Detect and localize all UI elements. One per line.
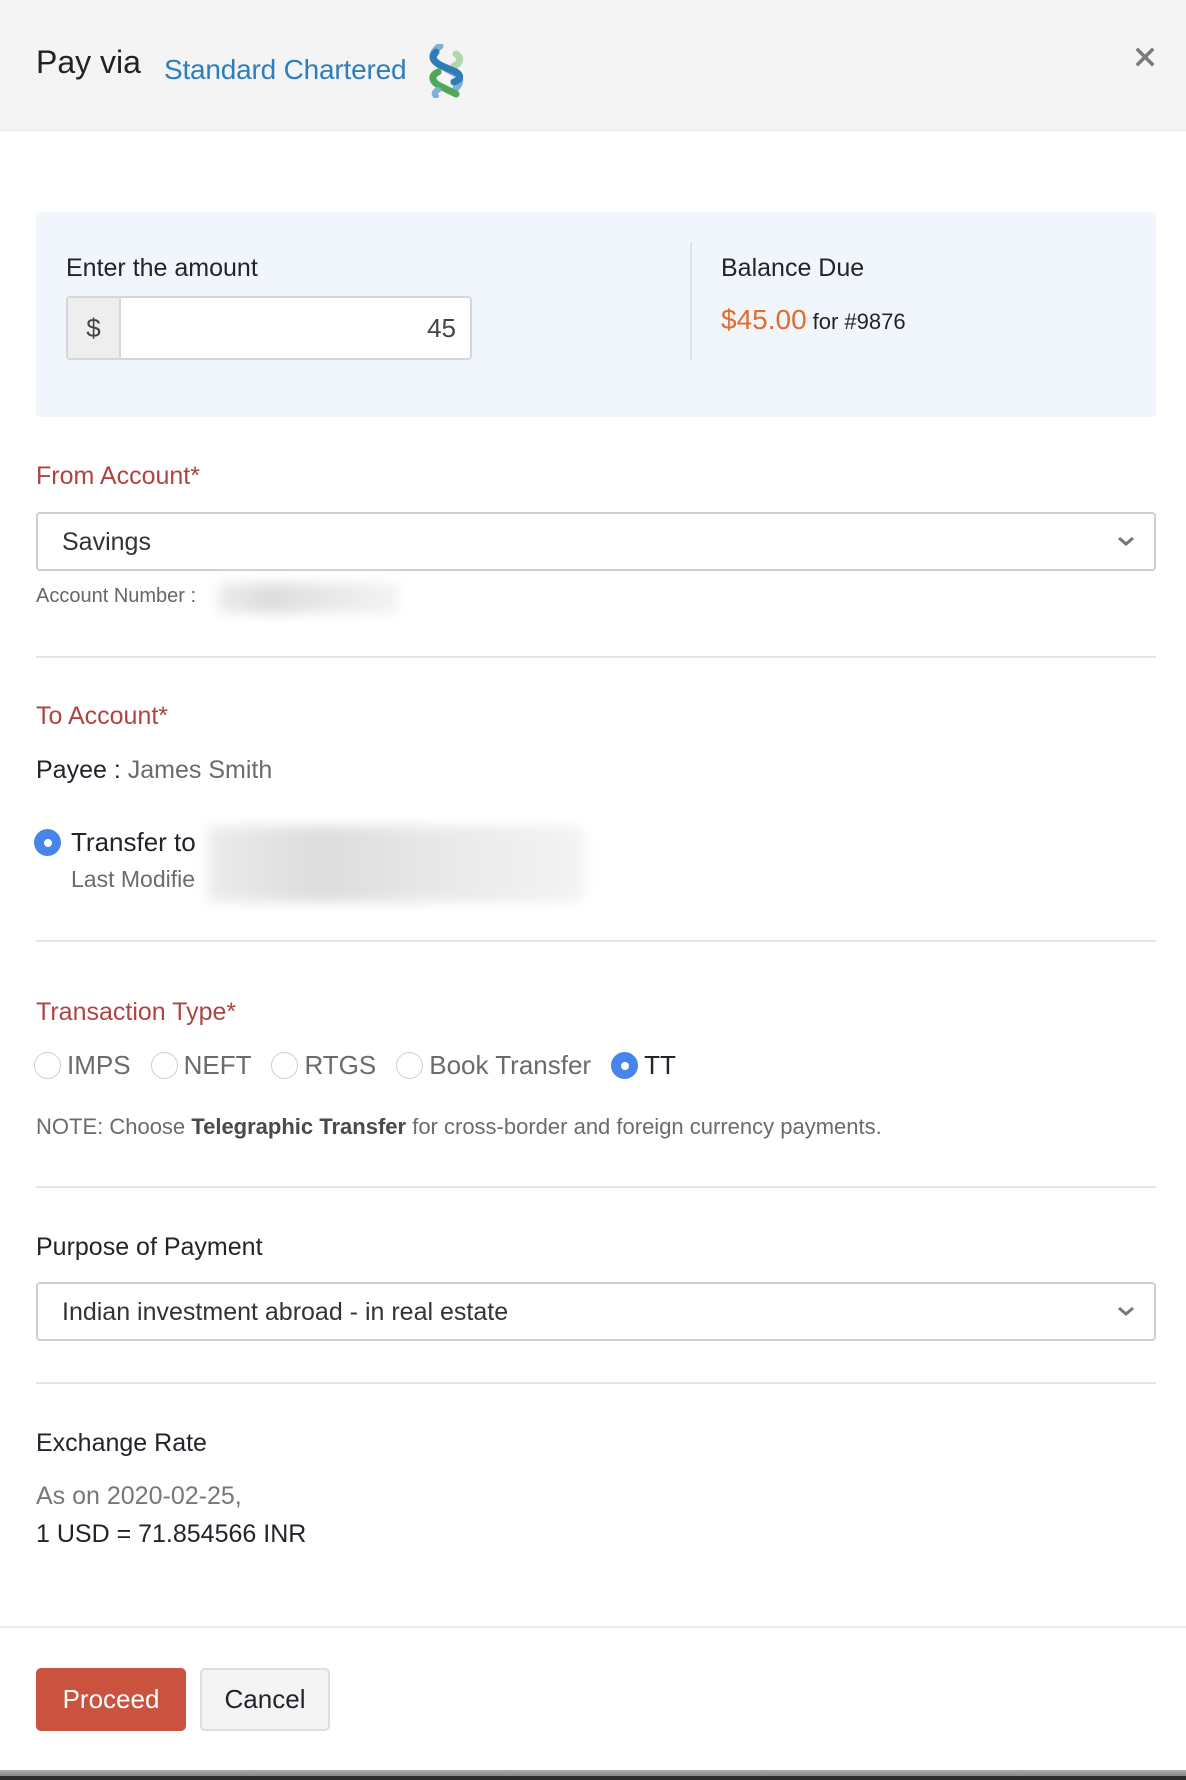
amount-input-group: $: [66, 296, 472, 360]
section-divider: [36, 940, 1156, 942]
radio-imps[interactable]: [34, 1052, 61, 1079]
note-highlight: Telegraphic Transfer: [191, 1114, 407, 1139]
from-account-label: From Account*: [36, 462, 200, 490]
transaction-note: NOTE: Choose Telegraphic Transfer for cr…: [36, 1114, 882, 1139]
section-divider: [36, 1186, 1156, 1188]
modal-title: Pay via: [36, 44, 141, 80]
radio-tt[interactable]: [611, 1052, 639, 1079]
amount-input[interactable]: [121, 298, 470, 358]
chevron-down-icon: [1118, 1306, 1134, 1316]
account-number-label: Account Number :: [36, 585, 197, 607]
purpose-value: Indian investment abroad - in real estat…: [62, 1298, 509, 1326]
purpose-select[interactable]: Indian investment abroad - in real estat…: [36, 1282, 1156, 1341]
section-divider: [36, 656, 1156, 658]
modal-header: Pay via Standard Chartered: [0, 0, 1186, 131]
balance-amount: $45.00: [721, 304, 807, 335]
transaction-type-imps[interactable]: IMPS: [34, 1050, 131, 1081]
transaction-type-book-transfer[interactable]: Book Transfer: [396, 1050, 591, 1081]
payee-label: Payee :: [36, 756, 121, 784]
from-account-value: Savings: [62, 528, 151, 556]
panel-divider: [690, 242, 692, 360]
radio-neft[interactable]: [150, 1052, 178, 1079]
transaction-type-rtgs[interactable]: RTGS: [271, 1050, 376, 1081]
close-icon[interactable]: [1134, 46, 1156, 68]
from-account-select[interactable]: Savings: [36, 512, 1156, 571]
exchange-rate-date: As on 2020-02-25,: [36, 1482, 242, 1510]
standard-chartered-logo-icon: [429, 44, 464, 98]
transfer-label: Transfer to: [71, 827, 196, 857]
currency-prefix: $: [68, 298, 121, 358]
transaction-type-neft[interactable]: NEFT: [150, 1050, 251, 1081]
bank-name: Standard Chartered: [164, 54, 407, 85]
amount-label: Enter the amount: [66, 254, 258, 282]
radio-rtgs[interactable]: [271, 1052, 299, 1079]
invoice-reference: for #9876: [812, 309, 906, 334]
window-bottom-edge: [0, 1770, 1186, 1780]
proceed-button[interactable]: Proceed: [36, 1668, 186, 1731]
transaction-type-label: Transaction Type*: [36, 998, 237, 1026]
transfer-radio[interactable]: [34, 829, 61, 856]
purpose-label: Purpose of Payment: [36, 1233, 263, 1261]
chevron-down-icon: [1118, 536, 1134, 546]
footer-divider: [0, 1626, 1186, 1628]
balance-due-label: Balance Due: [721, 254, 865, 282]
transaction-type-options: IMPS NEFT RTGS Book Transfer TT: [34, 1050, 696, 1081]
transfer-account-redacted: [208, 826, 583, 902]
to-account-label: To Account*: [36, 702, 169, 730]
payee-name: James Smith: [127, 756, 273, 784]
radio-book-transfer[interactable]: [396, 1052, 424, 1079]
account-number-redacted: [218, 583, 398, 613]
cancel-button[interactable]: Cancel: [200, 1668, 330, 1731]
section-divider: [36, 1382, 1156, 1384]
payee-info: Payee : James Smith: [36, 756, 272, 785]
last-modified-label: Last Modifie: [71, 866, 196, 892]
amount-panel: Enter the amount $ Balance Due $45.00for…: [36, 212, 1156, 417]
exchange-rate-value: 1 USD = 71.854566 INR: [36, 1520, 307, 1548]
transaction-type-tt[interactable]: TT: [611, 1050, 676, 1081]
transfer-option[interactable]: Transfer to: [34, 827, 196, 858]
exchange-rate-label: Exchange Rate: [36, 1429, 207, 1457]
balance-due-value: $45.00 for #9876: [721, 304, 906, 336]
